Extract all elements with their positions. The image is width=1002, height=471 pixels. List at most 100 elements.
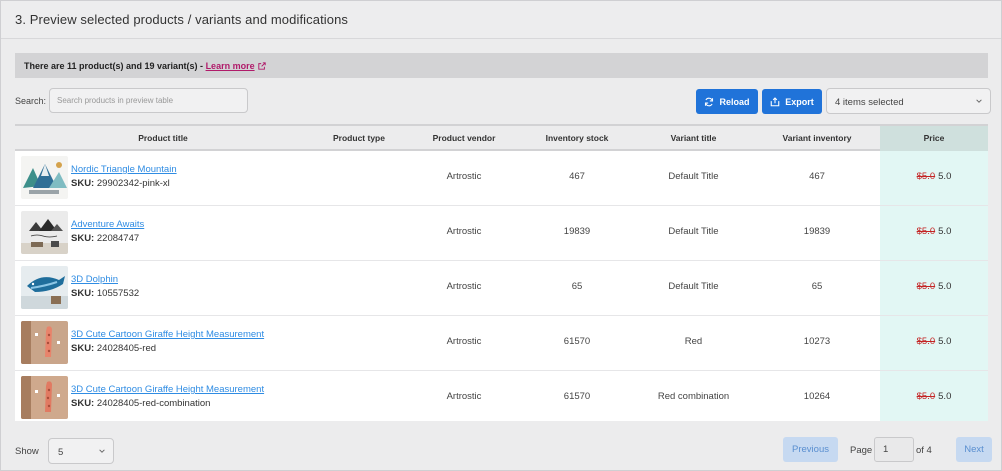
preview-panel: 3. Preview selected products / variants … <box>0 0 1002 471</box>
page-size-value: 5 <box>58 447 64 458</box>
price-cell: $5.0 5.0 <box>880 281 988 292</box>
product-title-link[interactable]: Nordic Triangle Mountain <box>71 164 177 175</box>
page-count-label: of 4 <box>916 445 932 456</box>
table-row: Nordic Triangle Mountain SKU: 29902342-p… <box>15 151 988 206</box>
product-thumbnail <box>21 156 68 199</box>
reload-button[interactable]: Reload <box>696 89 758 114</box>
chevron-down-icon <box>99 449 105 453</box>
variant-inventory-cell: 10264 <box>803 391 831 402</box>
sku-label: SKU: <box>71 343 95 354</box>
variant-inventory-cell: 65 <box>811 281 823 292</box>
section-title: 3. Preview selected products / variants … <box>15 12 349 27</box>
variant-inventory-cell: 10273 <box>803 336 831 347</box>
col-header-product-title: Product title <box>138 133 188 143</box>
table-row: 3D Cute Cartoon Giraffe Height Measureme… <box>15 371 988 426</box>
product-sku: SKU: 24028405-red-combination <box>71 398 210 409</box>
preview-table: Product title Product type Product vendo… <box>15 124 988 421</box>
variant-inventory-cell: 19839 <box>803 226 831 237</box>
variant-title-cell: Red combination <box>657 391 730 402</box>
sku-label: SKU: <box>71 288 95 299</box>
product-sku: SKU: 24028405-red <box>71 343 156 354</box>
product-thumbnail <box>21 376 68 419</box>
product-thumbnail <box>21 266 68 309</box>
export-button[interactable]: Export <box>762 89 822 114</box>
sku-label: SKU: <box>71 398 95 409</box>
col-header-product-vendor: Product vendor <box>432 133 496 143</box>
sku-value: 10557532 <box>96 288 140 299</box>
sku-label: SKU: <box>71 233 95 244</box>
product-sku: SKU: 22084747 <box>71 233 139 244</box>
info-banner: There are 11 product(s) and 19 variant(s… <box>15 53 988 78</box>
col-header-variant-title: Variant title <box>670 133 717 143</box>
sku-label: SKU: <box>71 178 95 189</box>
product-thumbnail <box>21 321 68 364</box>
items-selected-value: 4 items selected <box>835 97 904 108</box>
col-header-variant-inventory: Variant inventory <box>782 133 852 143</box>
col-header-price: Price <box>880 126 988 151</box>
previous-page-button[interactable]: Previous <box>783 437 838 462</box>
product-title-link[interactable]: Adventure Awaits <box>71 219 144 230</box>
page-label: Page <box>850 445 873 456</box>
notice-text: There are 11 product(s) and 19 variant(s… <box>24 61 206 71</box>
external-link-icon[interactable] <box>258 62 266 70</box>
search-input[interactable] <box>49 88 248 113</box>
inventory-stock-cell: 61570 <box>563 336 591 347</box>
inventory-stock-cell: 19839 <box>563 226 591 237</box>
product-vendor-cell: Artrostic <box>446 281 482 292</box>
product-sku: SKU: 29902342-pink-xl <box>71 178 170 189</box>
col-header-product-type: Product type <box>333 133 385 143</box>
items-selected-dropdown[interactable]: 4 items selected <box>826 88 991 114</box>
product-vendor-cell: Artrostic <box>446 171 482 182</box>
old-price: $5.0 <box>916 226 936 237</box>
product-vendor-cell: Artrostic <box>446 391 482 402</box>
show-label: Show <box>15 446 39 457</box>
chevron-down-icon <box>976 99 982 103</box>
old-price: $5.0 <box>916 336 936 347</box>
product-thumbnail <box>21 211 68 254</box>
new-price: 5.0 <box>938 281 952 292</box>
old-price: $5.0 <box>916 391 936 402</box>
price-cell: $5.0 5.0 <box>880 391 988 402</box>
section-header: 3. Preview selected products / variants … <box>1 1 1001 39</box>
page-size-select[interactable]: 5 <box>48 438 114 464</box>
product-title-link[interactable]: 3D Cute Cartoon Giraffe Height Measureme… <box>71 329 264 340</box>
sku-value: 29902342-pink-xl <box>96 178 170 189</box>
col-header-inventory-stock: Inventory stock <box>545 133 609 143</box>
inventory-stock-cell: 65 <box>571 281 583 292</box>
variant-title-cell: Default Title <box>668 281 719 292</box>
new-price: 5.0 <box>938 391 952 402</box>
page-number-input[interactable] <box>874 437 914 462</box>
table-header: Product title Product type Product vendo… <box>15 124 988 151</box>
price-cell: $5.0 5.0 <box>880 226 988 237</box>
table-row: 3D Cute Cartoon Giraffe Height Measureme… <box>15 316 988 371</box>
variant-title-cell: Default Title <box>668 171 719 182</box>
export-icon <box>770 96 780 106</box>
next-page-button[interactable]: Next <box>956 437 992 462</box>
product-title-link[interactable]: 3D Dolphin <box>71 274 118 285</box>
inventory-stock-cell: 467 <box>569 171 585 182</box>
product-sku: SKU: 10557532 <box>71 288 139 299</box>
product-vendor-cell: Artrostic <box>446 226 482 237</box>
product-title-link[interactable]: 3D Cute Cartoon Giraffe Height Measureme… <box>71 384 264 395</box>
inventory-stock-cell: 61570 <box>563 391 591 402</box>
refresh-icon <box>705 97 714 106</box>
reload-label: Reload <box>719 96 750 107</box>
variant-title-cell: Default Title <box>668 226 719 237</box>
variant-inventory-cell: 467 <box>809 171 825 182</box>
sku-value: 22084747 <box>96 233 140 244</box>
new-price: 5.0 <box>938 171 952 182</box>
price-cell: $5.0 5.0 <box>880 171 988 182</box>
variant-title-cell: Red <box>684 336 703 347</box>
table-row: Adventure Awaits SKU: 22084747 Artrostic… <box>15 206 988 261</box>
old-price: $5.0 <box>916 281 936 292</box>
product-vendor-cell: Artrostic <box>446 336 482 347</box>
learn-more-link[interactable]: Learn more <box>206 61 255 71</box>
table-row: 3D Dolphin SKU: 10557532 Artrostic 65 De… <box>15 261 988 316</box>
export-label: Export <box>785 96 814 107</box>
new-price: 5.0 <box>938 226 952 237</box>
sku-value: 24028405-red-combination <box>96 398 211 409</box>
price-cell: $5.0 5.0 <box>880 336 988 347</box>
search-label: Search: <box>15 96 47 106</box>
old-price: $5.0 <box>916 171 936 182</box>
sku-value: 24028405-red <box>96 343 157 354</box>
